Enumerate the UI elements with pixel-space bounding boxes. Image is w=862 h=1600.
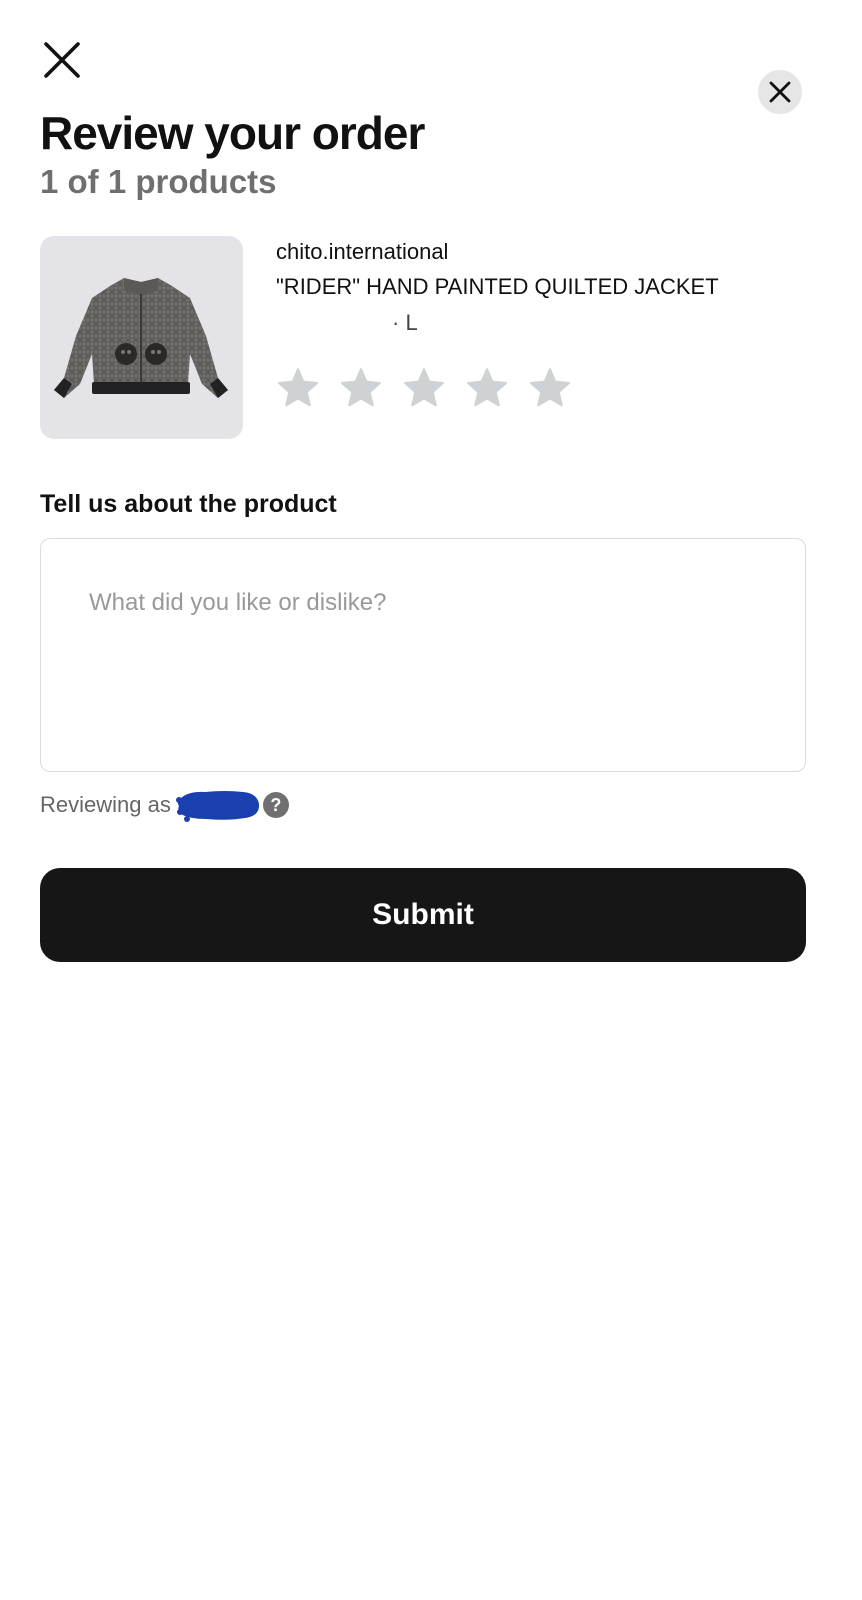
dismiss-button[interactable] [758,70,802,114]
star-icon-1[interactable] [276,366,320,410]
star-rating [276,366,572,410]
product-image [40,236,243,439]
help-icon[interactable]: ? [262,792,289,818]
close-icon[interactable] [38,36,86,84]
review-heading: Tell us about the product [40,490,337,518]
review-text-input[interactable] [40,538,806,772]
reviewing-as-row: Reviewing as ? [40,786,289,824]
shop-name[interactable]: chito.international [276,238,448,266]
star-icon-5[interactable] [528,366,572,410]
product-variant: · L [392,310,418,335]
close-circle-icon [769,81,791,103]
star-icon-3[interactable] [402,366,446,410]
product-count: 1 of 1 products [40,163,277,200]
submit-button[interactable]: Submit [40,868,806,962]
reviewing-as-label: Reviewing as [40,792,171,817]
page-title: Review your order [40,107,425,159]
star-icon-4[interactable] [465,366,509,410]
star-icon-2[interactable] [339,366,383,410]
product-name: "RIDER" HAND PAINTED QUILTED JACKET [276,274,719,299]
redacted-username [175,791,259,822]
